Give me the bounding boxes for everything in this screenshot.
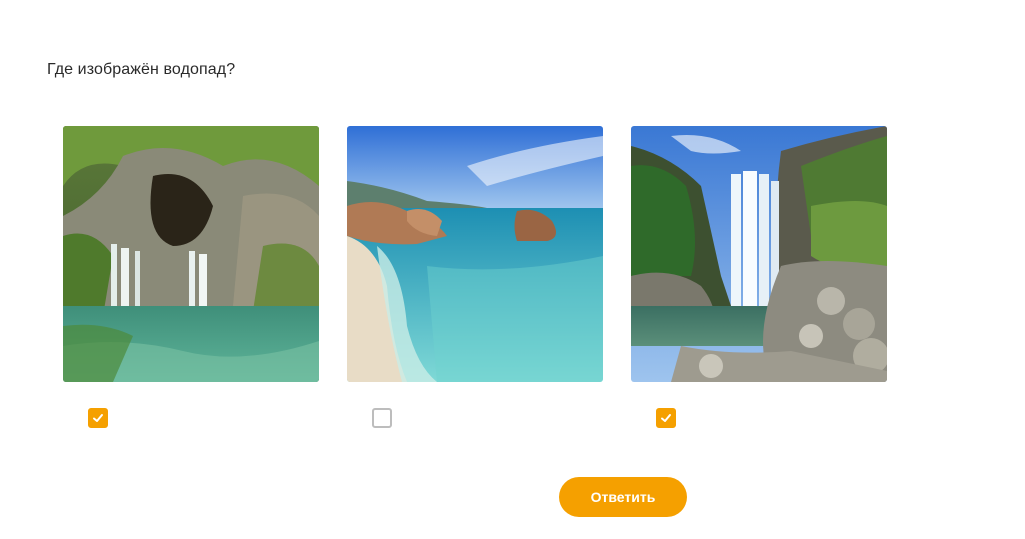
answer-option-2 xyxy=(347,126,603,428)
answer-checkbox-2[interactable] xyxy=(372,408,392,428)
check-icon xyxy=(93,414,103,422)
question-text: Где изображён водопад? xyxy=(47,61,236,78)
answer-option-1 xyxy=(63,126,319,428)
waterfall-grotto-image[interactable] xyxy=(63,126,319,382)
beach-sea-illustration xyxy=(347,126,603,382)
quiz-page: Где изображён водопад? Ответить xyxy=(0,0,1025,539)
waterfall-grotto-illustration xyxy=(63,126,319,382)
beach-sea-image[interactable] xyxy=(347,126,603,382)
submit-button[interactable]: Ответить xyxy=(559,477,687,517)
answer-checkbox-3[interactable] xyxy=(656,408,676,428)
tall-waterfall-image[interactable] xyxy=(631,126,887,382)
tall-waterfall-illustration xyxy=(631,126,887,382)
answer-checkbox-1[interactable] xyxy=(88,408,108,428)
check-icon xyxy=(661,414,671,422)
answer-option-3 xyxy=(631,126,887,428)
